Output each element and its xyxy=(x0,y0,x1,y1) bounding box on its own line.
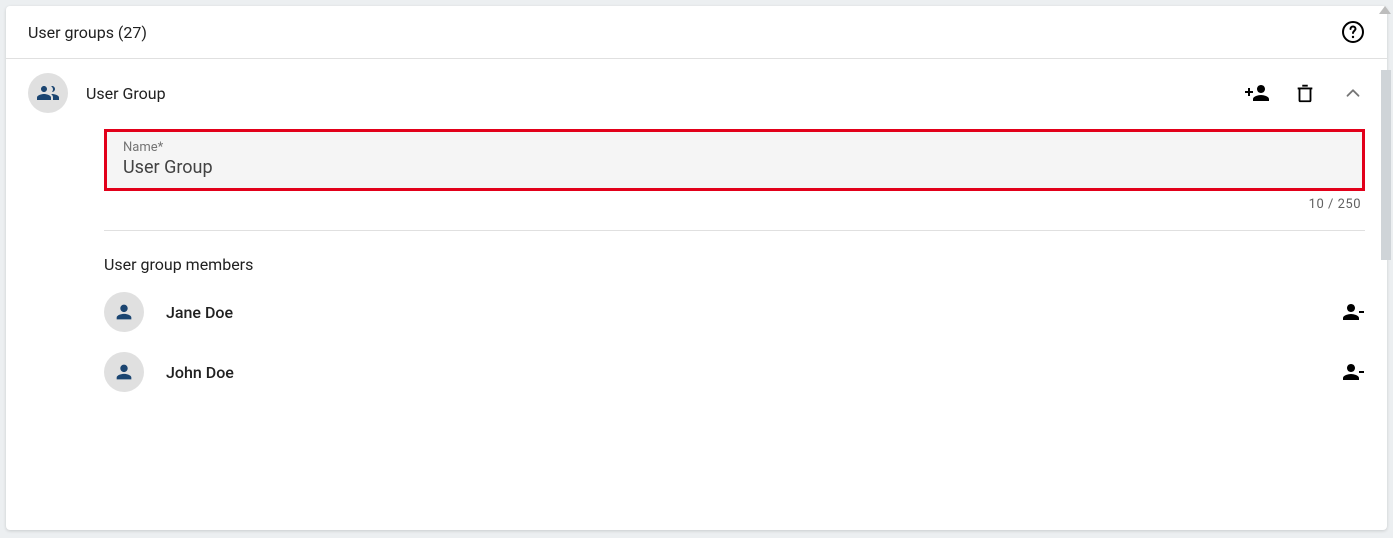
chevron-up-icon[interactable] xyxy=(1341,81,1365,105)
page-title: User groups (27) xyxy=(28,23,147,42)
help-icon[interactable] xyxy=(1341,20,1365,44)
remove-user-icon[interactable] xyxy=(1341,360,1365,384)
user-groups-card: User groups (27) User Group xyxy=(6,6,1387,530)
remove-user-icon[interactable] xyxy=(1341,300,1365,324)
members-heading: User group members xyxy=(104,255,1365,274)
group-title: User Group xyxy=(86,84,1227,103)
member-name: Jane Doe xyxy=(166,303,1319,322)
member-name: John Doe xyxy=(166,363,1319,382)
delete-icon[interactable] xyxy=(1293,81,1317,105)
person-icon xyxy=(104,292,144,332)
name-input[interactable]: Name* User Group xyxy=(104,129,1365,191)
group-summary-row: User Group xyxy=(6,59,1387,113)
name-input-label: Name* xyxy=(123,140,1346,155)
divider xyxy=(104,230,1365,231)
char-counter: 10 / 250 xyxy=(104,197,1365,212)
name-input-value: User Group xyxy=(123,157,1346,178)
add-user-icon[interactable] xyxy=(1245,81,1269,105)
person-icon xyxy=(104,352,144,392)
scroll-up-arrow-icon xyxy=(1379,6,1391,14)
member-row: John Doe xyxy=(104,352,1365,392)
group-icon xyxy=(28,73,68,113)
member-row: Jane Doe xyxy=(104,292,1365,332)
card-header: User groups (27) xyxy=(6,6,1387,59)
scrollbar-thumb[interactable] xyxy=(1381,70,1391,260)
